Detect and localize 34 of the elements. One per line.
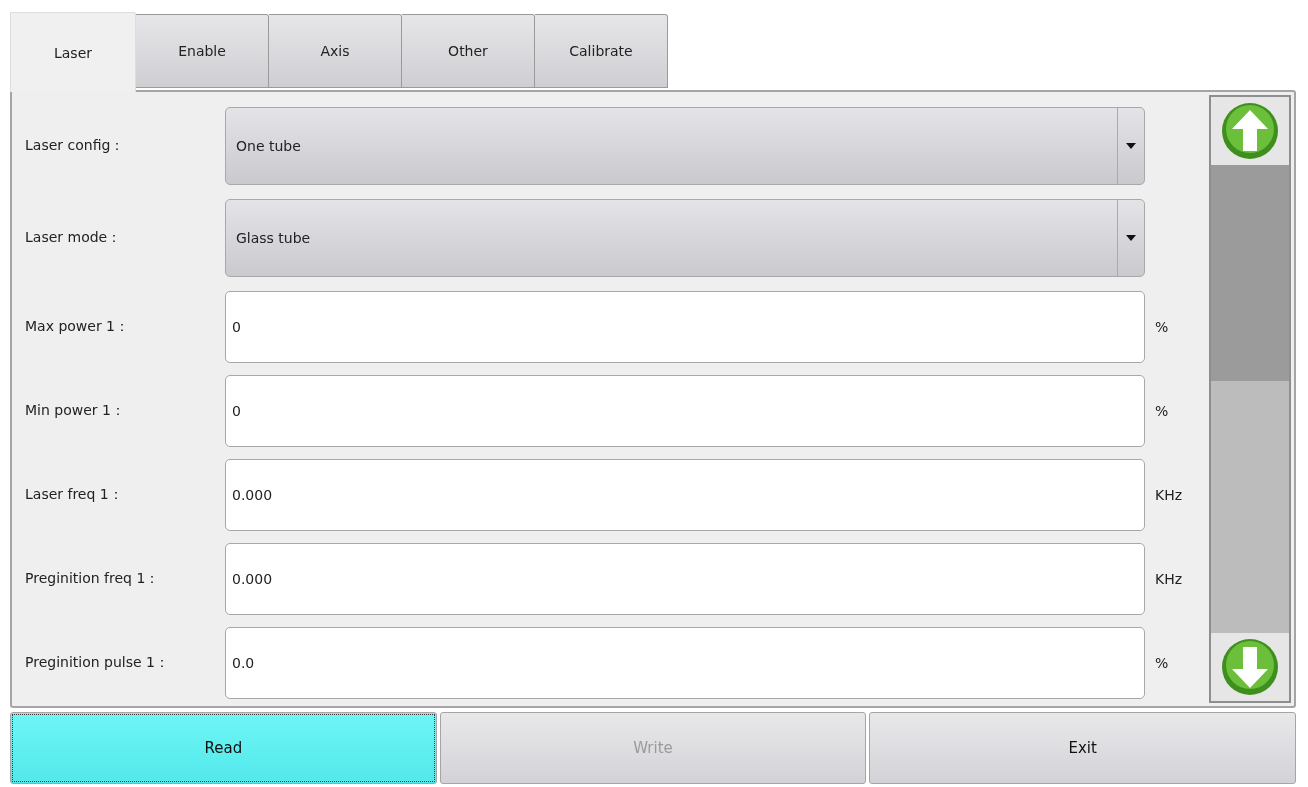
unit-label: KHz bbox=[1154, 571, 1184, 587]
tab[interactable]: Axis bbox=[269, 14, 402, 88]
tab[interactable]: Enable bbox=[136, 14, 269, 88]
button[interactable]: Read bbox=[10, 712, 437, 784]
input-field[interactable]: 0 bbox=[225, 291, 1145, 363]
dropdown[interactable]: One tube bbox=[225, 107, 1145, 185]
dropdown[interactable]: Glass tube bbox=[225, 199, 1145, 277]
input-field[interactable]: 0 bbox=[225, 375, 1145, 447]
tab[interactable]: Calibrate bbox=[535, 14, 668, 88]
button[interactable]: Exit bbox=[869, 712, 1296, 784]
caret-icon bbox=[1126, 235, 1136, 241]
tab[interactable]: Other bbox=[402, 14, 535, 88]
field-label: Laser config： bbox=[25, 137, 126, 155]
unit-label: % bbox=[1154, 403, 1170, 419]
input-field[interactable]: 0.000 bbox=[225, 543, 1145, 615]
unit-label: KHz bbox=[1154, 487, 1184, 503]
caret-icon bbox=[1126, 143, 1136, 149]
input-field[interactable]: 0.000 bbox=[225, 459, 1145, 531]
dropdown-value: One tube bbox=[235, 138, 302, 154]
field-label: Min power 1： bbox=[25, 402, 126, 420]
scroll-down-button[interactable] bbox=[1211, 633, 1289, 701]
field-label: Laser mode： bbox=[25, 229, 123, 247]
scroll-up-button[interactable] bbox=[1211, 97, 1289, 165]
field-label: Max power 1： bbox=[25, 318, 131, 336]
tab[interactable]: Laser bbox=[10, 12, 136, 92]
scrollbar[interactable] bbox=[1209, 95, 1291, 703]
field-label: Preginition pulse 1： bbox=[25, 654, 170, 672]
dropdown-value: Glass tube bbox=[235, 230, 312, 246]
scroll-thumb[interactable] bbox=[1211, 165, 1289, 381]
unit-label: % bbox=[1154, 319, 1170, 335]
field-label: Laser freq 1： bbox=[25, 486, 124, 504]
field-label: Preginition freq 1： bbox=[25, 570, 161, 588]
unit-label: % bbox=[1154, 655, 1170, 671]
input-field[interactable]: 0.0 bbox=[225, 627, 1145, 699]
